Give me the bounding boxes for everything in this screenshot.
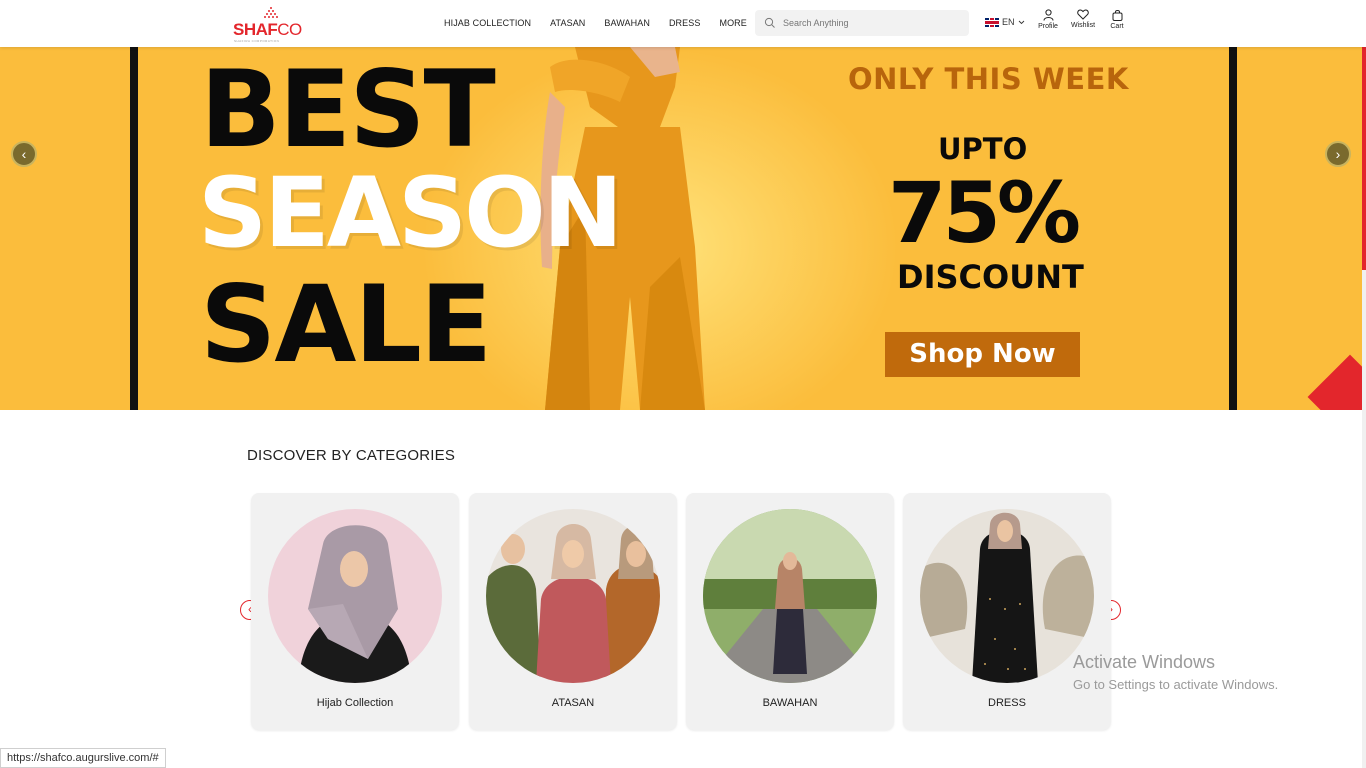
category-card-bawahan[interactable]: BAWAHAN [686, 493, 894, 730]
nav-atasan[interactable]: ATASAN [550, 18, 585, 28]
hero-left-bar [130, 47, 138, 410]
category-card-dress[interactable]: DRESS [903, 493, 1111, 730]
search-input[interactable] [783, 14, 963, 32]
hero-promo: ONLY THIS WEEK [848, 62, 1129, 96]
hero-prev-button[interactable]: ‹ [11, 141, 37, 167]
main-nav: HIJAB COLLECTION ATASAN BAWAHAN DRESS MO… [444, 18, 747, 28]
brand-name: SHAFCO [233, 20, 302, 40]
hero-right-bar [1229, 47, 1237, 410]
profile-button[interactable]: Profile [1030, 9, 1066, 30]
category-label-bawahan: BAWAHAN [762, 697, 818, 709]
category-image-hijab [268, 509, 442, 683]
bag-icon [1112, 10, 1122, 21]
uk-flag-icon [985, 17, 999, 27]
windows-activation-watermark: Activate Windows Go to Settings to activ… [1073, 652, 1278, 692]
brand-logo[interactable]: SHAFCO SHAFIRA CORPORATION [233, 6, 309, 43]
hero-title-line3: SALE [200, 263, 492, 386]
nav-more[interactable]: MORE [719, 18, 746, 28]
language-code: EN [1002, 17, 1015, 27]
language-selector[interactable]: EN [985, 17, 1025, 27]
hero-next-button[interactable]: › [1325, 141, 1351, 167]
wishlist-label: Wishlist [1070, 22, 1096, 29]
shop-now-button[interactable]: Shop Now [885, 332, 1080, 377]
status-bar-url: https://shafco.augurslive.com/# [0, 748, 166, 768]
hero-discount: DISCOUNT [897, 258, 1084, 296]
hero-title-line1: BEST [200, 48, 496, 171]
search-box[interactable] [755, 10, 969, 36]
nav-dress[interactable]: DRESS [669, 18, 701, 28]
category-label-dress: DRESS [988, 697, 1026, 709]
brand-name-b: CO [277, 20, 302, 39]
scrollbar-thumb[interactable] [1362, 30, 1366, 270]
category-label-hijab: Hijab Collection [316, 697, 394, 709]
user-icon [1043, 9, 1053, 21]
watermark-line2: Go to Settings to activate Windows. [1073, 677, 1279, 692]
watermark-line1: Activate Windows [1073, 652, 1216, 672]
hero-title-line2: SEASON [198, 157, 623, 269]
category-image-atasan [486, 509, 660, 683]
chevron-down-icon [1018, 20, 1024, 24]
category-card-atasan[interactable]: ATASAN [469, 493, 677, 730]
cart-label: Cart [1110, 23, 1124, 30]
page-scrollbar[interactable] [1362, 0, 1366, 768]
page: SHAFCO SHAFIRA CORPORATION HIJAB COLLECT… [0, 0, 1366, 768]
wishlist-button[interactable]: Wishlist [1065, 9, 1101, 29]
hero-banner[interactable]: BEST SEASON SALE ONLY THIS WEEK UPTO 75%… [0, 47, 1362, 410]
search-icon [764, 17, 775, 28]
category-image-dress [920, 509, 1094, 683]
category-image-bawahan [703, 509, 877, 683]
hero-upto: UPTO [938, 132, 1028, 166]
site-header: SHAFCO SHAFIRA CORPORATION HIJAB COLLECT… [0, 0, 1366, 47]
nav-bawahan[interactable]: BAWAHAN [604, 18, 650, 28]
categories-title: DISCOVER BY CATEGORIES [247, 447, 456, 464]
profile-label: Profile [1038, 23, 1058, 30]
nav-hijab-collection[interactable]: HIJAB COLLECTION [444, 18, 531, 28]
cart-button[interactable]: Cart [1099, 9, 1135, 30]
brand-tagline: SHAFIRA CORPORATION [234, 39, 280, 43]
category-label-atasan: ATASAN [551, 697, 595, 709]
category-card-hijab[interactable]: Hijab Collection [251, 493, 459, 730]
hero-percent: 75% [888, 164, 1081, 262]
logo-triangle-icon [264, 7, 278, 18]
heart-icon [1077, 9, 1089, 20]
corner-ribbon[interactable] [1307, 354, 1362, 410]
brand-name-a: SHAF [233, 20, 278, 39]
